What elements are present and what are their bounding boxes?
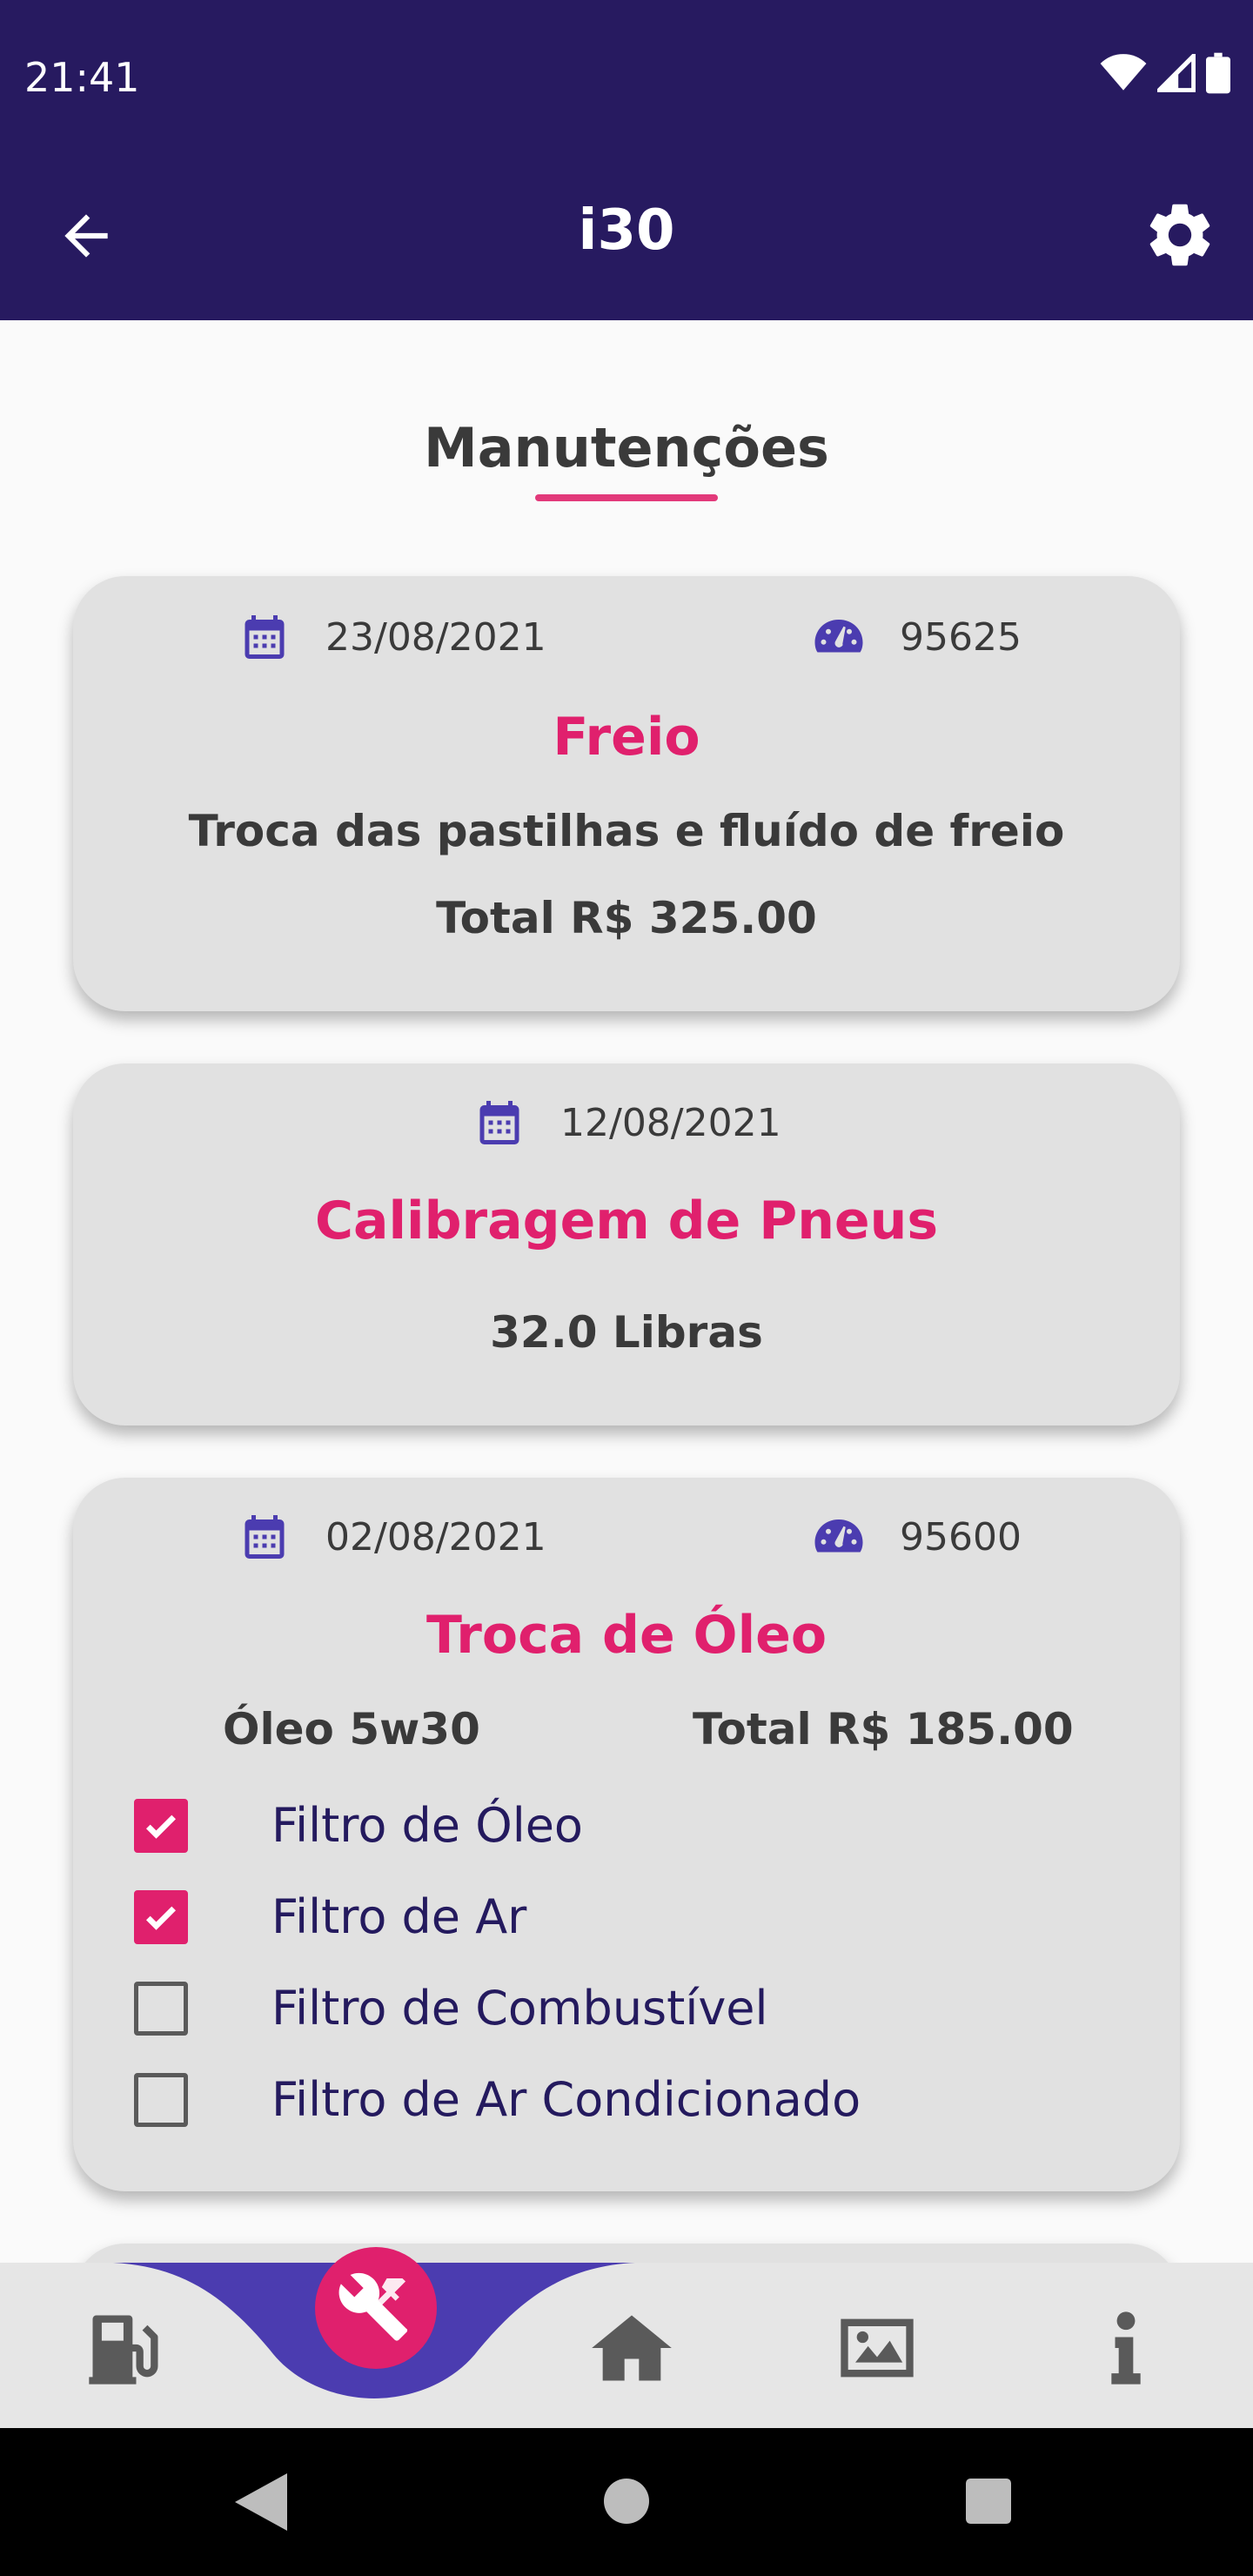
card-title: Freio <box>553 707 700 768</box>
filter-checkbox[interactable] <box>134 2072 188 2127</box>
calendar-icon <box>245 615 285 659</box>
info-icon[interactable] <box>1082 2304 1169 2392</box>
speedometer-icon <box>814 620 863 653</box>
system-nav-bar <box>0 2428 1253 2576</box>
home-icon[interactable] <box>588 2304 675 2392</box>
page-title: i30 <box>578 198 675 263</box>
card-odometer: 95625 <box>813 611 1022 663</box>
filter-row[interactable]: Filtro de Ar <box>134 1889 526 1944</box>
status-icons <box>1100 52 1230 94</box>
image-icon[interactable] <box>834 2304 921 2392</box>
maintenance-fab[interactable] <box>315 2247 437 2369</box>
card-pressure: 32.0 Libras <box>490 1307 763 1358</box>
card-total: Total R$ 185.00 <box>693 1704 1074 1754</box>
filter-label: Filtro de Combustível <box>271 1981 768 2036</box>
filter-checkbox[interactable] <box>134 1981 188 2036</box>
filter-label: Filtro de Óleo <box>271 1798 583 1853</box>
section-title: Manutenções <box>424 416 829 480</box>
card-date: 12/08/2021 <box>473 1097 781 1149</box>
filter-label: Filtro de Ar <box>271 1889 527 1944</box>
maintenance-card-oil[interactable]: 02/08/2021 95600 Troca de Óleo Óleo 5w30… <box>73 1478 1180 2191</box>
speedometer-icon <box>814 1519 863 1553</box>
card-oil-type: Óleo 5w30 <box>223 1704 480 1754</box>
maintenance-card-next[interactable] <box>73 2244 1180 2263</box>
filter-row[interactable]: Filtro de Combustível <box>134 1981 768 2036</box>
cell-signal-icon <box>1157 54 1196 92</box>
section-underline <box>535 494 718 501</box>
calendar-icon <box>245 1515 285 1559</box>
maintenance-card-tires[interactable]: 12/08/2021 Calibragem de Pneus 32.0 Libr… <box>73 1063 1180 1426</box>
wifi-icon <box>1100 54 1147 91</box>
bottom-nav <box>0 2247 1253 2428</box>
card-title: Calibragem de Pneus <box>314 1191 939 1251</box>
filter-label: Filtro de Ar Condicionado <box>271 2072 861 2127</box>
km-text: 95600 <box>900 1514 1022 1560</box>
filter-checkbox[interactable] <box>134 1798 188 1853</box>
checkmark-icon <box>145 1906 177 1930</box>
card-description: Troca das pastilhas e fluído de freio <box>188 806 1065 856</box>
fuel-pump-icon[interactable] <box>82 2304 169 2392</box>
system-recents-icon[interactable] <box>966 2479 1011 2524</box>
card-total: Total R$ 325.00 <box>436 893 817 943</box>
battery-icon <box>1206 52 1230 94</box>
card-date: 02/08/2021 <box>238 1511 546 1563</box>
gear-icon[interactable] <box>1142 197 1218 273</box>
calendar-icon <box>479 1101 519 1144</box>
app-bar: i30 <box>0 151 1253 320</box>
system-home-icon[interactable] <box>604 2479 649 2524</box>
maintenance-card-brake[interactable]: 23/08/2021 95625 Freio Troca das pastilh… <box>73 576 1180 1011</box>
date-text: 12/08/2021 <box>560 1100 781 1145</box>
card-odometer: 95600 <box>813 1511 1022 1563</box>
tools-icon <box>338 2272 408 2341</box>
card-title: Troca de Óleo <box>425 1605 828 1666</box>
checkmark-icon <box>145 1815 177 1839</box>
filter-row[interactable]: Filtro de Óleo <box>134 1798 583 1853</box>
filter-row[interactable]: Filtro de Ar Condicionado <box>134 2072 861 2127</box>
date-text: 23/08/2021 <box>325 614 546 660</box>
status-bar: 21:41 <box>0 0 1253 151</box>
filter-checkbox[interactable] <box>134 1889 188 1944</box>
system-back-icon[interactable] <box>235 2473 287 2531</box>
km-text: 95625 <box>900 614 1022 660</box>
date-text: 02/08/2021 <box>325 1514 546 1560</box>
status-time: 21:41 <box>24 54 140 101</box>
card-date: 23/08/2021 <box>238 611 546 663</box>
maintenance-list[interactable]: Manutenções 23/08/2021 95625 Freio Troca… <box>0 320 1253 2263</box>
